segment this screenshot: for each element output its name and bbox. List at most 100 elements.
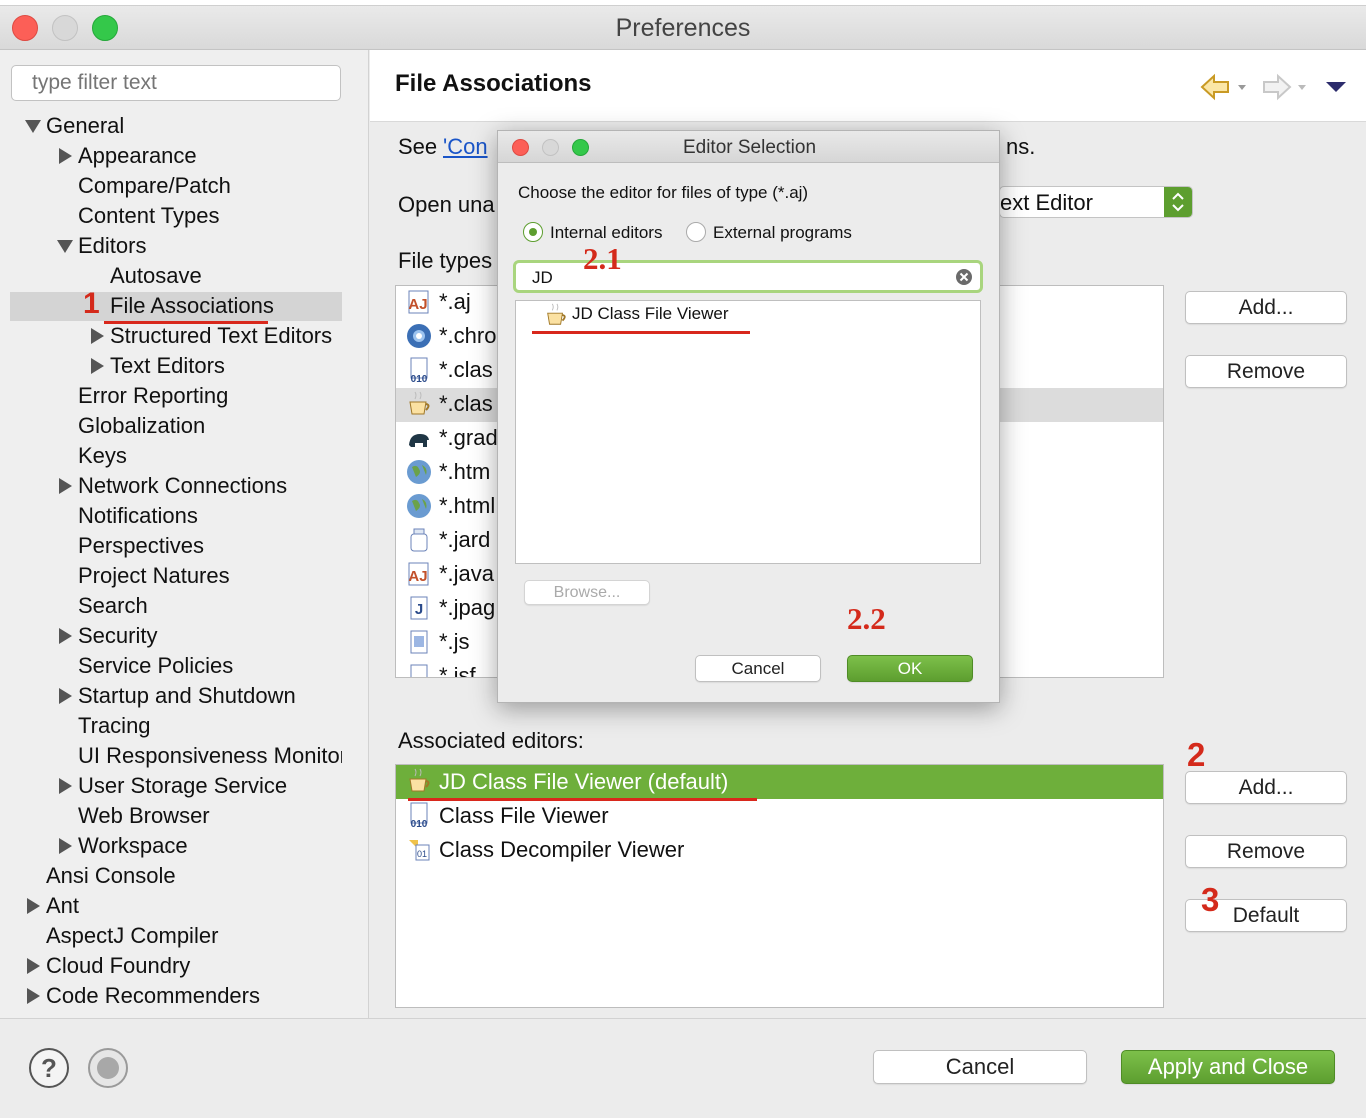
sidebar-item[interactable]: Web Browser [78,801,342,831]
sidebar-item[interactable]: Compare/Patch [78,171,342,201]
tree-toggle-collapsed-icon[interactable] [27,988,40,1004]
associated-editor-row[interactable]: 010 Class File Viewer [396,799,1163,833]
open-unassociated-select[interactable]: ext Editor [999,186,1193,218]
sidebar-item[interactable]: Project Natures [78,561,342,591]
file-type-label: *.js [439,629,470,654]
content-types-link[interactable]: 'Con [443,134,488,160]
sidebar-item[interactable]: Autosave [110,261,342,291]
sidebar-item[interactable]: AspectJ Compiler [46,921,342,951]
annotation-step-2: 2 [1187,736,1206,773]
associated-editors-label: Associated editors: [398,728,584,753]
back-arrow-icon[interactable] [1198,72,1254,102]
record-macro-icon[interactable] [87,1047,129,1089]
editor-results-list[interactable]: JD Class File Viewer [515,300,981,564]
file-type-label: *.htm [439,459,491,484]
sidebar-item[interactable]: User Storage Service [78,771,342,801]
tree-toggle-collapsed-icon[interactable] [59,628,72,644]
forward-arrow-icon[interactable] [1260,72,1316,102]
external-programs-label: External programs [713,223,852,242]
sidebar-item[interactable]: Code Recommenders [46,981,342,1011]
tree-toggle-expanded-icon[interactable] [57,240,73,253]
see-suffix: ns. [1006,134,1036,159]
tree-toggle-collapsed-icon[interactable] [59,838,72,854]
sidebar-item[interactable]: Globalization [78,411,342,441]
editor-add-button[interactable]: Add... [1185,771,1347,804]
dialog-prompt: Choose the editor for files of type (*.a… [518,183,809,202]
sidebar-item[interactable]: Structured Text Editors [110,321,342,351]
tree-toggle-collapsed-icon[interactable] [59,148,72,164]
editor-selection-dialog: Editor Selection Choose the editor for f… [497,130,1000,703]
file-type-label: *.html [439,493,496,518]
associated-editor-row[interactable]: JD Class File Viewer (default) [396,765,1163,799]
dialog-ok-button[interactable]: OK [847,655,973,682]
tree-toggle-collapsed-icon[interactable] [91,328,104,344]
sidebar-item[interactable]: File Associations [110,291,342,321]
clear-search-icon[interactable] [955,268,973,286]
jar-icon [406,527,432,553]
view-menu-chevron-down-icon[interactable] [1324,78,1348,96]
file-type-label: *.java [439,561,495,586]
internal-editors-radio[interactable] [523,222,543,242]
browse-button: Browse... [524,580,650,605]
apply-and-close-button[interactable]: Apply and Close [1121,1050,1335,1084]
help-icon[interactable]: ? [28,1047,70,1089]
sidebar-item[interactable]: Text Editors [110,351,342,381]
editor-result-row[interactable]: JD Class File Viewer [516,301,980,329]
sidebar-item[interactable]: Workspace [78,831,342,861]
sidebar-item[interactable]: Notifications [78,501,342,531]
sidebar-item[interactable]: Editors [78,231,342,261]
decompiler-icon: 01 [406,836,432,862]
sidebar-item[interactable]: General [46,111,342,141]
associated-editor-row[interactable]: 01 Class Decompiler Viewer [396,833,1163,867]
cancel-button[interactable]: Cancel [873,1050,1087,1084]
tree-toggle-collapsed-icon[interactable] [27,898,40,914]
tree-toggle-collapsed-icon[interactable] [27,958,40,974]
annotation-underline-file-associations [104,321,268,324]
svg-text:J: J [415,601,423,618]
annotation-underline-jd-viewer [532,331,750,334]
tree-toggle-collapsed-icon[interactable] [59,688,72,704]
file-type-label: *.grad [439,425,498,450]
tree-toggle-expanded-icon[interactable] [25,120,41,133]
file-type-label: *.clas [439,357,493,382]
sidebar-item[interactable]: Tracing [78,711,342,741]
sidebar-item[interactable]: Service Policies [78,651,342,681]
annotation-underline-default-editor [408,798,757,801]
sidebar-item[interactable]: Security [78,621,342,651]
sidebar-item[interactable]: Network Connections [78,471,342,501]
external-programs-radio[interactable] [686,222,706,242]
file-type-label: *.clas [439,391,493,416]
open-unassociated-label: Open una [398,192,495,217]
sidebar-item[interactable]: Ant [46,891,342,921]
file-type-label: *.chro [439,323,497,348]
annotation-step-3: 3 [1201,881,1220,918]
coffee-cup-icon [406,391,432,417]
binary-class-icon: 010 [406,802,432,830]
internal-editors-label: Internal editors [550,223,663,242]
sidebar-item[interactable]: Appearance [78,141,342,171]
sidebar-item[interactable]: Search [78,591,342,621]
sidebar-item[interactable]: Keys [78,441,342,471]
open-select-value: ext Editor [1000,190,1093,215]
sidebar-item[interactable]: Perspectives [78,531,342,561]
editor-remove-button[interactable]: Remove [1185,835,1347,868]
dialog-cancel-button[interactable]: Cancel [695,655,821,682]
select-stepper-icon [1164,187,1192,217]
aspectj-file-icon: AJ [406,561,432,587]
sidebar-item[interactable]: Cloud Foundry [46,951,342,981]
coffee-cup-icon [406,768,432,794]
sidebar-item[interactable]: Ansi Console [46,861,342,891]
file-type-label: *.jard [439,527,491,552]
sidebar-item[interactable]: Content Types [78,201,342,231]
file-type-add-button[interactable]: Add... [1185,291,1347,324]
tree-toggle-collapsed-icon[interactable] [59,778,72,794]
sidebar-item[interactable]: Startup and Shutdown [78,681,342,711]
sidebar-item[interactable]: UI Responsiveness Monitoring [78,741,342,771]
filter-input[interactable] [11,65,341,101]
tree-toggle-collapsed-icon[interactable] [91,358,104,374]
sidebar-item[interactable]: Error Reporting [78,381,342,411]
dialog-title: Editor Selection [682,137,817,158]
tree-toggle-collapsed-icon[interactable] [59,478,72,494]
file-type-remove-button[interactable]: Remove [1185,355,1347,388]
window-title: Preferences [615,14,751,42]
